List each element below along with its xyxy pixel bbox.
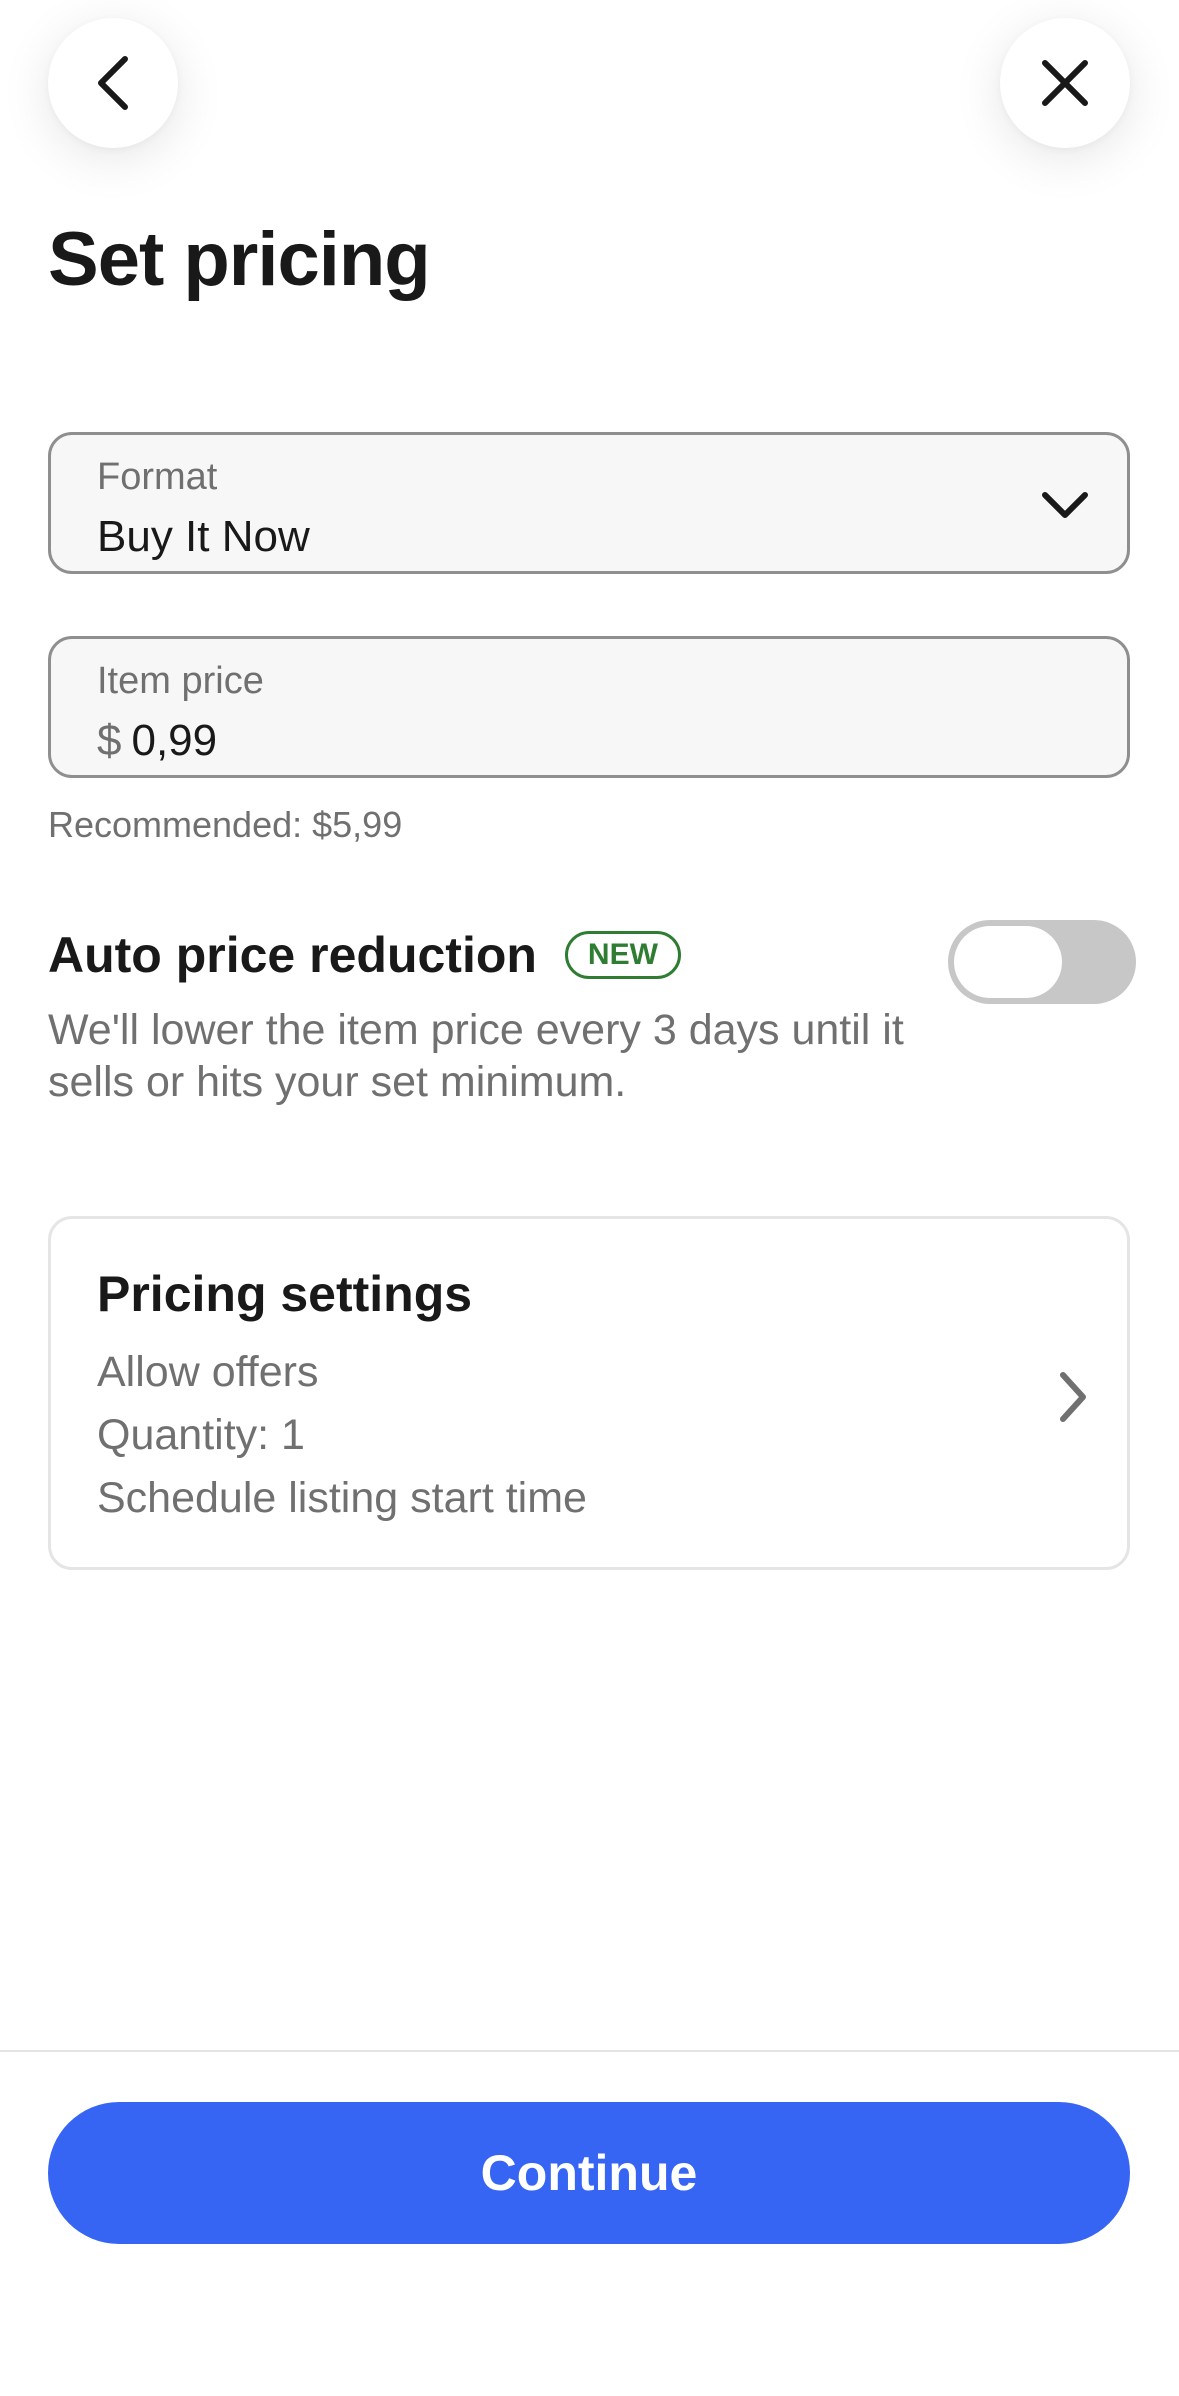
auto-price-reduction-header: Auto price reduction NEW xyxy=(48,930,681,980)
format-label: Format xyxy=(97,456,218,498)
chevron-left-icon xyxy=(98,56,128,110)
currency-symbol: $ xyxy=(97,716,122,765)
pricing-settings-title: Pricing settings xyxy=(97,1266,473,1322)
item-price-label: Item price xyxy=(97,660,264,702)
page-title: Set pricing xyxy=(48,217,431,302)
auto-price-reduction-title: Auto price reduction xyxy=(48,927,537,983)
pricing-settings-card[interactable]: Pricing settings Allow offers Quantity: … xyxy=(48,1216,1130,1570)
chevron-down-icon xyxy=(1042,492,1088,518)
recommended-price: Recommended: $5,99 xyxy=(48,804,403,845)
format-dropdown[interactable]: Format Buy It Now xyxy=(48,432,1130,574)
pricing-setting-item: Quantity: 1 xyxy=(97,1411,305,1459)
toggle-knob xyxy=(954,926,1062,998)
continue-button[interactable]: Continue xyxy=(48,2102,1130,2244)
footer-divider xyxy=(0,2050,1179,2052)
auto-price-reduction-description: We'll lower the item price every 3 days … xyxy=(48,1006,904,1106)
pricing-setting-item: Allow offers xyxy=(97,1348,319,1396)
pricing-setting-item: Schedule listing start time xyxy=(97,1474,587,1522)
back-button[interactable] xyxy=(48,18,178,148)
item-price-value: 0,99 xyxy=(131,716,218,765)
auto-price-reduction-toggle[interactable] xyxy=(948,920,1136,1004)
format-value: Buy It Now xyxy=(97,512,310,561)
pricing-settings-list: Allow offers Quantity: 1 Schedule listin… xyxy=(97,1341,587,1530)
chevron-right-icon xyxy=(1060,1372,1086,1422)
close-button[interactable] xyxy=(1000,18,1130,148)
close-icon xyxy=(1042,60,1088,106)
price-row: $ 0,99 xyxy=(97,715,217,768)
item-price-input[interactable]: Item price $ 0,99 xyxy=(48,636,1130,778)
new-badge: NEW xyxy=(564,931,681,979)
